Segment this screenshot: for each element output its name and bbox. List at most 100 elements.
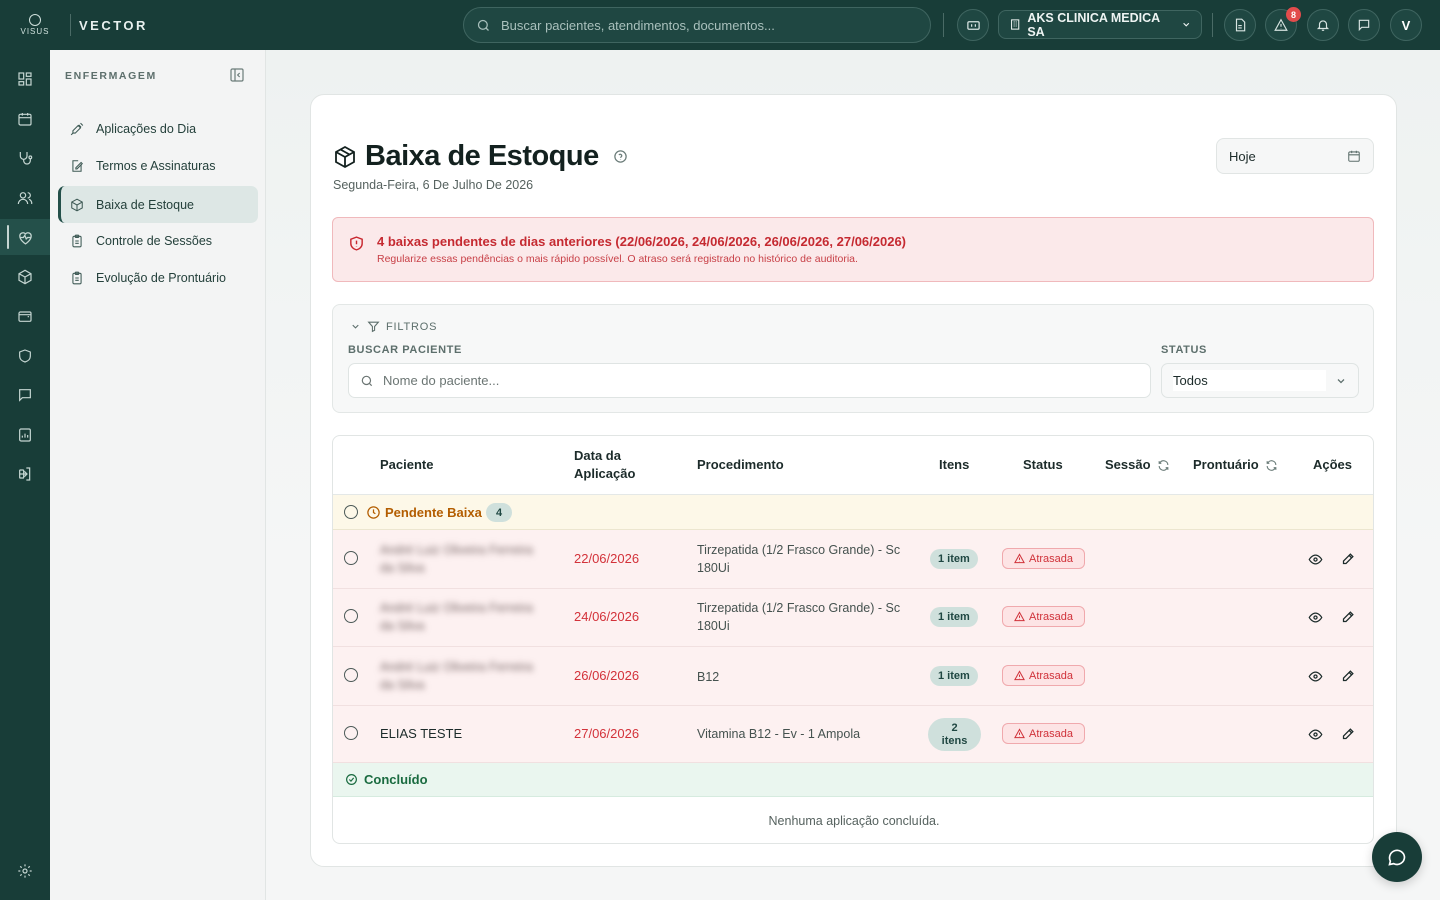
page-title: Baixa de Estoque [365, 140, 599, 172]
rail-nursing[interactable] [0, 219, 50, 255]
application-date: 26/06/2026 [574, 668, 640, 683]
status-filter-select[interactable]: Todos [1161, 363, 1359, 398]
rail-security[interactable] [0, 338, 50, 374]
col-procedimento[interactable]: Procedimento [697, 456, 784, 474]
messages-button[interactable] [1348, 9, 1380, 41]
alert-title: 4 baixas pendentes de dias anteriores (2… [377, 234, 907, 249]
edit-icon[interactable] [1341, 668, 1356, 683]
box-icon [335, 145, 355, 168]
filters-title: FILTROS [386, 320, 438, 333]
items-badge[interactable]: 1 item [930, 607, 978, 627]
filters-panel: FILTROS BUSCAR PACIENTE Nome do paciente… [332, 304, 1374, 413]
rail-inventory[interactable] [0, 259, 50, 295]
sidebar: ENFERMAGEM Aplicações do Dia Termos e As… [50, 50, 266, 900]
row-select-checkbox[interactable] [344, 609, 358, 623]
col-status[interactable]: Status [1023, 456, 1063, 474]
col-data-aplicacao[interactable]: Data da Aplicação [574, 447, 635, 483]
sidebar-item-label: Evolução de Prontuário [96, 270, 226, 285]
col-prontuario[interactable]: Prontuário [1193, 456, 1278, 474]
notifications-button[interactable] [1307, 9, 1339, 41]
view-icon[interactable] [1308, 552, 1323, 567]
rail-settings[interactable] [0, 853, 50, 889]
ticket-button[interactable] [957, 9, 989, 41]
sidebar-item-label: Baixa de Estoque [96, 197, 194, 212]
users-icon [17, 192, 33, 205]
alerts-count-badge: 8 [1286, 7, 1301, 22]
col-prontuario-label: Prontuário [1193, 457, 1259, 472]
clipboard-icon [72, 271, 82, 284]
patient-name: ELIAS TESTE [380, 726, 463, 741]
sidebar-item-prontuario[interactable]: Evolução de Prontuário [58, 259, 258, 296]
documents-button[interactable] [1224, 9, 1256, 41]
search-icon [361, 375, 373, 386]
topbar-divider [1212, 13, 1213, 37]
rail-messages[interactable] [0, 377, 50, 413]
col-sessao[interactable]: Sessão [1105, 456, 1170, 474]
sidebar-item-aplicacoes[interactable]: Aplicações do Dia [58, 110, 258, 147]
syringe-icon [70, 122, 84, 135]
patient-name: André Luiz Oliveira Ferreira da Silva [380, 601, 533, 633]
rail-dashboard[interactable] [0, 61, 50, 97]
brand-name: VECTOR [79, 17, 148, 33]
edit-icon[interactable] [1341, 551, 1356, 566]
rail-stethoscope[interactable] [0, 140, 50, 176]
table-row[interactable]: André Luiz Oliveira Ferreira da Silva 22… [333, 530, 1373, 589]
status-filter-value: Todos [1173, 370, 1326, 391]
group-pending-header[interactable]: Pendente Baixa 4 [333, 495, 1373, 530]
rail-finance[interactable] [0, 298, 50, 334]
edit-icon[interactable] [1341, 609, 1356, 624]
row-select-checkbox[interactable] [344, 551, 358, 565]
rail-calendar[interactable] [0, 101, 50, 137]
patient-search-input[interactable]: Nome do paciente... [348, 363, 1151, 398]
rail-patients[interactable] [0, 180, 50, 216]
chat-fab-button[interactable] [1372, 832, 1422, 882]
sidebar-item-sessoes[interactable]: Controle de Sessões [58, 222, 258, 259]
sidebar-title: ENFERMAGEM [65, 70, 157, 82]
group-select-checkbox[interactable] [344, 505, 358, 519]
row-select-checkbox[interactable] [344, 668, 358, 682]
view-icon[interactable] [1308, 727, 1323, 742]
refresh-icon[interactable] [1157, 459, 1170, 472]
items-badge[interactable]: 1 item [930, 549, 978, 569]
status-badge: Atrasada [1002, 548, 1085, 569]
collapse-sidebar-button[interactable] [229, 67, 245, 83]
items-badge[interactable]: 1 item [930, 666, 978, 686]
table-row[interactable]: André Luiz Oliveira Ferreira da Silva 26… [333, 647, 1373, 706]
filters-toggle[interactable]: FILTROS [350, 320, 437, 333]
patient-name: André Luiz Oliveira Ferreira da Silva [380, 660, 533, 692]
view-icon[interactable] [1308, 669, 1323, 684]
table-row[interactable]: ELIAS TESTE 27/06/2026 Vitamina B12 - Ev… [333, 706, 1373, 763]
bell-icon [1316, 20, 1330, 31]
group-done-header[interactable]: Concluído [333, 763, 1373, 797]
logo-text: VISUS [20, 27, 50, 36]
user-avatar[interactable]: V [1390, 9, 1422, 41]
sidebar-item-label: Termos e Assinaturas [96, 158, 216, 173]
status-label: Atrasada [1028, 669, 1074, 682]
global-search-input[interactable]: Buscar pacientes, atendimentos, document… [463, 7, 931, 43]
alert-shield-icon [350, 236, 363, 251]
stock-table: Paciente Data da Aplicação Procedimento … [332, 435, 1374, 844]
edit-icon[interactable] [1341, 726, 1356, 741]
refresh-icon[interactable] [1265, 459, 1278, 472]
warning-icon [1274, 18, 1288, 31]
alerts-button[interactable]: 8 [1265, 7, 1301, 41]
help-icon[interactable] [613, 149, 628, 164]
rail-exit[interactable] [0, 456, 50, 492]
stethoscope-icon [19, 152, 33, 165]
rail-reports[interactable] [0, 417, 50, 453]
warning-icon [1014, 611, 1025, 622]
date-filter-picker[interactable]: Hoje [1216, 138, 1374, 174]
col-paciente[interactable]: Paciente [380, 456, 433, 474]
clipboard-icon [72, 234, 82, 247]
clinic-selector[interactable]: AKS CLINICA MEDICA SA [998, 10, 1202, 39]
app-logo[interactable]: VISUS [0, 0, 70, 50]
row-select-checkbox[interactable] [344, 726, 358, 740]
dashboard-icon [18, 72, 32, 86]
view-icon[interactable] [1308, 610, 1323, 625]
sidebar-item-termos[interactable]: Termos e Assinaturas [58, 147, 258, 184]
table-row[interactable]: André Luiz Oliveira Ferreira da Silva 24… [333, 589, 1373, 647]
sidebar-item-baixa-estoque[interactable]: Baixa de Estoque [58, 186, 258, 223]
topbar-divider [943, 13, 944, 37]
items-badge[interactable]: 2 itens [928, 718, 981, 751]
col-itens[interactable]: Itens [939, 456, 969, 474]
